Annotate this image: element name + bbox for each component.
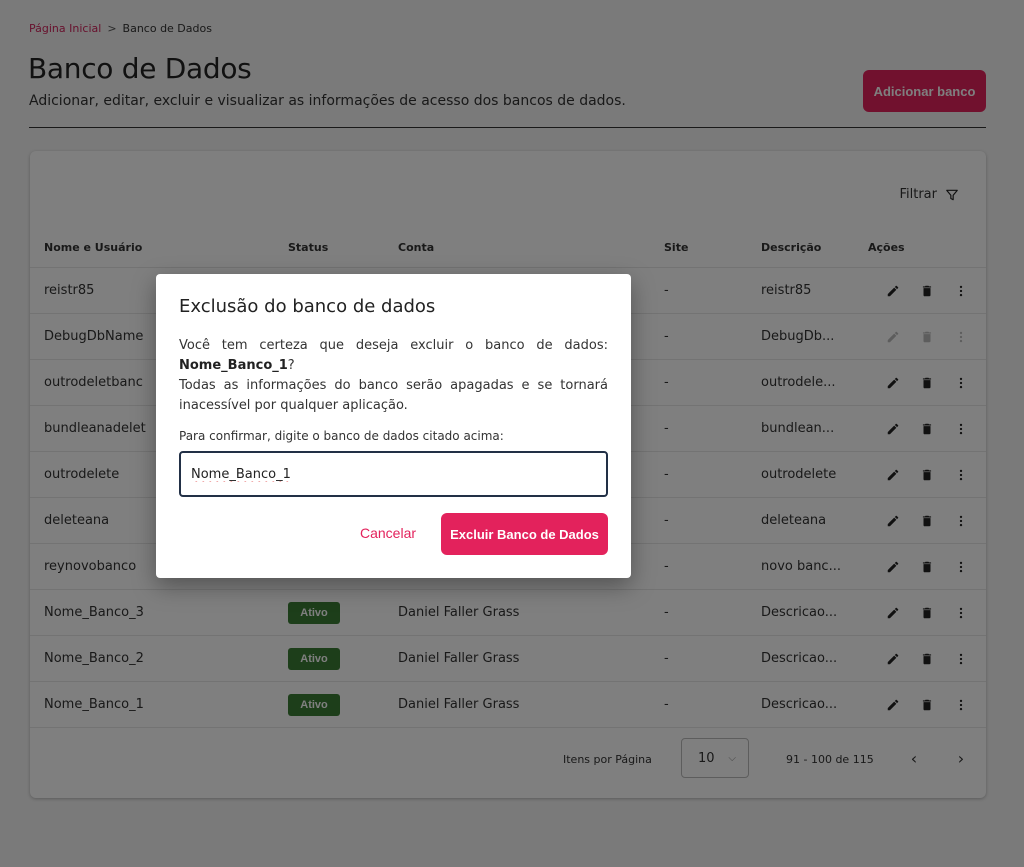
cancel-button[interactable]: Cancelar [346,513,430,553]
dialog-message-warning: Todas as informações do banco serão apag… [179,378,608,413]
delete-database-dialog: Exclusão do banco de dados Você tem cert… [156,274,631,578]
dialog-title: Exclusão do banco de dados [179,296,436,317]
dialog-message-question: ? [287,358,295,373]
confirm-instruction: Para confirmar, digite o banco de dados … [179,429,504,443]
delete-database-button[interactable]: Excluir Banco de Dados [441,513,608,555]
dialog-message: Você tem certeza que deseja excluir o ba… [179,336,608,416]
confirm-database-name-input[interactable] [179,451,608,497]
dialog-message-intro: Você tem certeza que deseja excluir o ba… [179,338,608,353]
dialog-database-name: Nome_Banco_1 [179,358,288,373]
